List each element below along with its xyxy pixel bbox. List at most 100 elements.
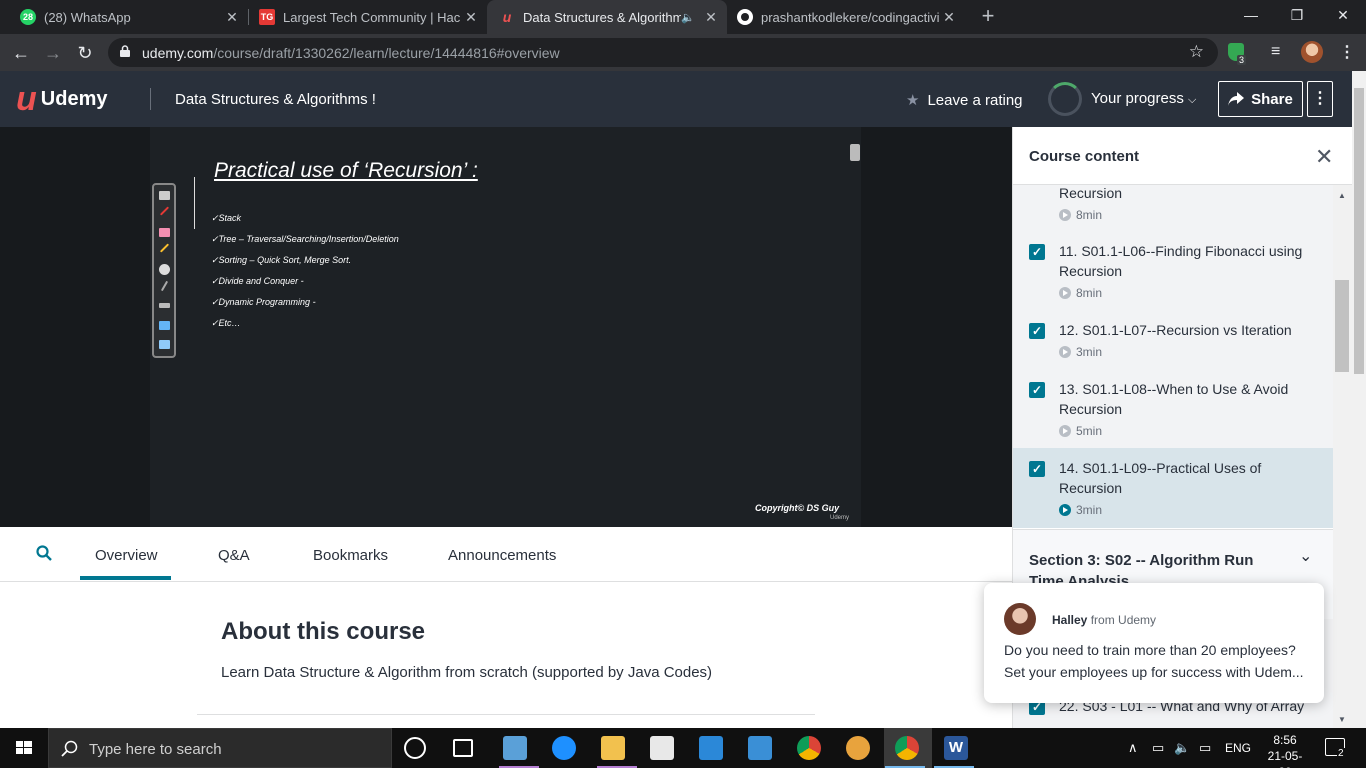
- divider: [197, 714, 815, 715]
- profile-avatar[interactable]: [1301, 41, 1323, 63]
- sidebar-header: Course content ✕: [1013, 127, 1352, 185]
- checkbox-checked-icon[interactable]: ✓: [1029, 323, 1045, 339]
- search-icon: [61, 740, 78, 757]
- tab-overview[interactable]: Overview: [95, 547, 158, 564]
- lecture-slide: Practical use of ‘Recursion’ : ✓Stack ✓T…: [150, 127, 861, 527]
- browser-toolbar: ← → ↻ udemy.com/course/draft/1330262/lea…: [0, 34, 1366, 71]
- close-tab-icon[interactable]: ✕: [222, 9, 242, 26]
- lecture-item[interactable]: Recursion 8min: [1013, 185, 1333, 231]
- new-tab-button[interactable]: +: [976, 4, 1000, 28]
- taskbar-search-box[interactable]: Type here to search: [48, 728, 392, 768]
- word-icon[interactable]: W: [944, 736, 968, 760]
- media-queue-icon[interactable]: ≡: [1271, 43, 1280, 61]
- browser-tab-techgig[interactable]: TG Largest Tech Community | Hackat ✕: [249, 0, 487, 34]
- whatsapp-icon: 28: [20, 9, 36, 25]
- news-icon[interactable]: [748, 736, 772, 760]
- overview-panel: About this course Learn Data Structure &…: [0, 582, 1012, 728]
- task-view-icon[interactable]: [453, 739, 473, 757]
- store-icon[interactable]: [650, 736, 674, 760]
- minimize-button[interactable]: —: [1228, 0, 1274, 30]
- page-scrollbar-thumb[interactable]: [1354, 88, 1364, 374]
- windows-start-icon[interactable]: [0, 728, 48, 768]
- play-circle-icon: [1059, 287, 1071, 299]
- chrome-icon[interactable]: [895, 736, 919, 760]
- chat-message: Set your employees up for success with U…: [1004, 664, 1304, 680]
- slide-bullet: ✓Etc…: [211, 318, 241, 328]
- checkbox-checked-icon[interactable]: ✓: [1029, 382, 1045, 398]
- speaker-icon[interactable]: 🔈: [681, 11, 695, 24]
- tab-qa[interactable]: Q&A: [218, 547, 250, 564]
- browser-tab-github[interactable]: prashantkodlekere/codingactivity ✕: [727, 0, 965, 34]
- network-icon[interactable]: ▭: [1199, 740, 1211, 756]
- checkbox-checked-icon[interactable]: ✓: [1029, 461, 1045, 477]
- file-explorer-icon[interactable]: [601, 736, 625, 760]
- browser-menu-icon[interactable]: ⋮: [1339, 42, 1355, 62]
- tab-announcements[interactable]: Announcements: [448, 547, 556, 564]
- extension-badge: 3: [1237, 55, 1247, 65]
- screen-icon: [159, 321, 170, 330]
- checkbox-checked-icon[interactable]: ✓: [1029, 244, 1045, 260]
- close-tab-icon[interactable]: ✕: [939, 9, 959, 26]
- edge-icon[interactable]: [552, 736, 576, 760]
- tab-bookmarks[interactable]: Bookmarks: [313, 547, 388, 564]
- udemy-header: u Udemy Data Structures & Algorithms ! ★…: [0, 71, 1352, 127]
- chat-message: Do you need to train more than 20 employ…: [1004, 642, 1296, 658]
- cortana-icon[interactable]: [404, 737, 426, 759]
- more-options-button[interactable]: ⋮: [1307, 81, 1333, 117]
- browser-tab-udemy[interactable]: u Data Structures & Algorithm 🔈 ✕: [487, 0, 727, 34]
- tab-title: Data Structures & Algorithm: [523, 9, 682, 25]
- line-tool-icon: [160, 280, 169, 292]
- lecture-item-active[interactable]: ✓ 14. S01.1-L09--Practical Uses of Recur…: [1013, 448, 1333, 528]
- monitor-icon: [159, 340, 170, 349]
- course-title[interactable]: Data Structures & Algorithms !: [175, 91, 376, 108]
- share-button[interactable]: Share: [1218, 81, 1303, 117]
- shield-app-icon[interactable]: [846, 736, 870, 760]
- slide-bullet: ✓Tree – Traversal/Searching/Insertion/De…: [211, 234, 399, 244]
- search-icon[interactable]: [36, 545, 52, 561]
- chat-popup[interactable]: Halley from Udemy Do you need to train m…: [984, 583, 1324, 703]
- clock[interactable]: 8:56 21-05-20: [1262, 732, 1308, 780]
- star-icon: ★: [906, 92, 920, 109]
- tab-title: (28) WhatsApp: [44, 9, 131, 25]
- close-tab-icon[interactable]: ✕: [461, 9, 481, 26]
- restore-button[interactable]: ❐: [1274, 0, 1320, 30]
- browser-tab-whatsapp[interactable]: 28 (28) WhatsApp ✕: [0, 0, 248, 34]
- lecture-item[interactable]: ✓ 11. S01.1-L06--Finding Fibonacci using…: [1013, 231, 1333, 310]
- lock-icon: [120, 45, 130, 57]
- battery-icon[interactable]: ▭: [1152, 740, 1164, 756]
- lecture-item[interactable]: ✓ 12. S01.1-L07--Recursion vs Iteration …: [1013, 310, 1333, 369]
- volume-icon[interactable]: 🔈: [1174, 740, 1190, 756]
- chevron-down-icon: ⌵: [1188, 94, 1197, 106]
- play-circle-icon: [1059, 209, 1071, 221]
- lecture-item[interactable]: ✓ 13. S01.1-L08--When to Use & Avoid Rec…: [1013, 369, 1333, 448]
- mail-icon[interactable]: [699, 736, 723, 760]
- avatar: [1004, 603, 1036, 635]
- close-tab-icon[interactable]: ✕: [701, 9, 721, 26]
- your-progress-button[interactable]: Your progress ⌵: [1091, 90, 1196, 107]
- video-player[interactable]: Practical use of ‘Recursion’ : ✓Stack ✓T…: [0, 127, 1012, 527]
- forward-button[interactable]: →: [40, 40, 66, 66]
- chevron-up-icon[interactable]: ∧: [1128, 740, 1138, 756]
- language-indicator[interactable]: ENG: [1225, 741, 1251, 755]
- sidebar-scrollbar[interactable]: [1333, 185, 1352, 728]
- computer-icon[interactable]: [503, 736, 527, 760]
- slide-bullet: ✓Stack: [211, 213, 242, 223]
- leave-rating-button[interactable]: ★ Leave a rating: [906, 91, 1023, 109]
- back-button[interactable]: ←: [8, 40, 34, 66]
- techgig-icon: TG: [259, 9, 275, 25]
- progress-ring[interactable]: [1048, 82, 1082, 116]
- address-bar[interactable]: udemy.com/course/draft/1330262/learn/lec…: [108, 38, 1218, 67]
- sidebar-scrollbar-thumb[interactable]: [1335, 280, 1349, 372]
- scroll-down-arrow-icon[interactable]: ▼: [1338, 715, 1346, 724]
- close-sidebar-icon[interactable]: ✕: [1315, 144, 1333, 170]
- windows-taskbar: Type here to search W ∧ ▭ 🔈 ▭ ENG 8:56 21…: [0, 728, 1366, 779]
- slide-copyright: Copyright© DS Guy: [755, 503, 840, 513]
- bookmark-star-icon[interactable]: ☆: [1189, 42, 1204, 62]
- about-title: About this course: [221, 618, 426, 645]
- url-text: udemy.com/course/draft/1330262/learn/lec…: [142, 45, 560, 61]
- close-window-button[interactable]: ✕: [1320, 0, 1366, 30]
- reload-button[interactable]: ↻: [72, 40, 98, 66]
- chrome-icon[interactable]: [797, 736, 821, 760]
- scroll-up-arrow-icon[interactable]: ▲: [1338, 191, 1346, 200]
- udemy-logo[interactable]: u Udemy: [16, 82, 107, 116]
